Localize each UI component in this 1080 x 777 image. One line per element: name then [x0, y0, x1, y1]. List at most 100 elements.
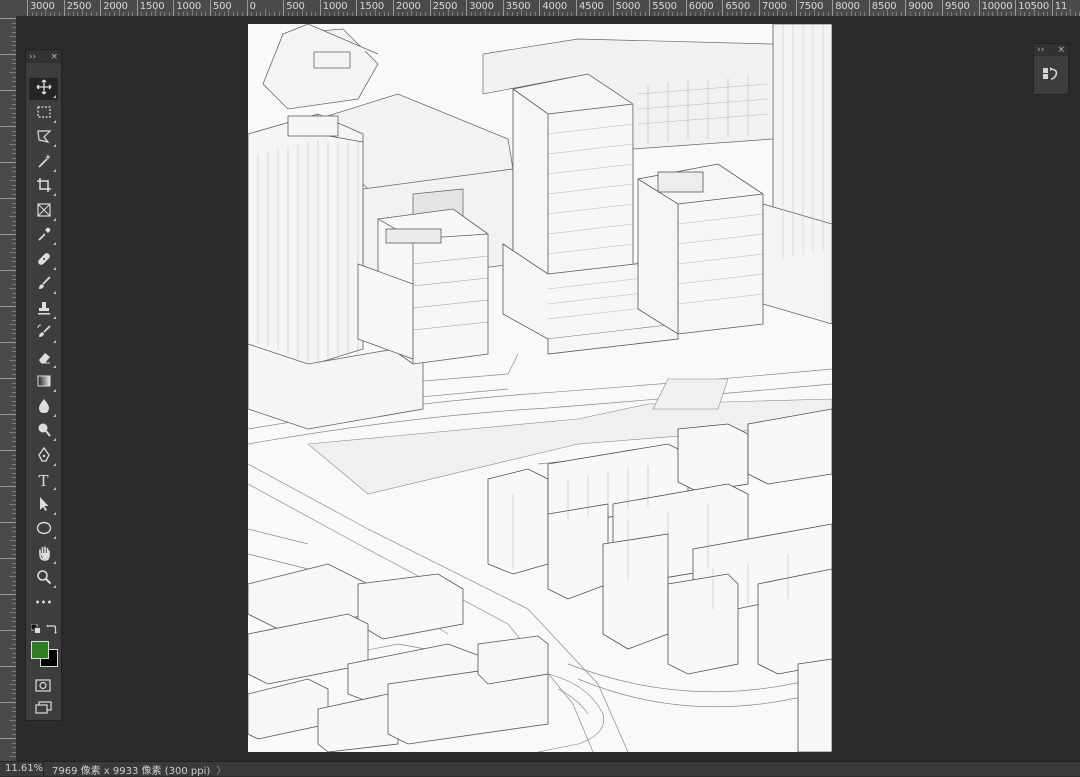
- hand-tool[interactable]: [29, 544, 58, 566]
- ruler-minor-tick: [484, 9, 486, 16]
- horizontal-ruler[interactable]: 3000 2500 2000 1500 1000 500 0 500 1000 1500 2000 2…: [0, 0, 1080, 17]
- ruler-minor-tick: [223, 12, 225, 16]
- ruler-minor-tick: [12, 625, 16, 627]
- close-icon[interactable]: ×: [1057, 45, 1065, 55]
- ruler-minor-tick: [960, 9, 962, 16]
- collapsed-panel-dock: ›› ×: [1033, 43, 1069, 95]
- history-panel-button[interactable]: [1041, 62, 1061, 84]
- ruler-minor-tick: [12, 427, 16, 429]
- ruler-minor-tick: [12, 117, 16, 118]
- magic-wand-icon: [36, 153, 52, 173]
- ruler-minor-tick: [12, 22, 16, 24]
- ruler-minor-tick: [585, 12, 587, 16]
- lasso-tool[interactable]: [29, 127, 58, 149]
- default-colors-icon[interactable]: [31, 624, 41, 634]
- zoom-tool[interactable]: [29, 568, 58, 590]
- ruler-minor-tick: [9, 432, 16, 433]
- quick-mask-button[interactable]: [35, 677, 51, 692]
- ruler-major-tick: [0, 486, 16, 487]
- pen-icon: [36, 446, 52, 467]
- ruler-minor-tick: [12, 135, 16, 136]
- zoom-level-field[interactable]: 11.61%: [0, 762, 44, 776]
- ruler-minor-tick: [12, 297, 16, 298]
- ruler-minor-tick: [603, 12, 605, 16]
- ruler-minor-tick: [699, 12, 701, 16]
- ruler-minor-tick: [374, 9, 376, 16]
- ruler-minor-tick: [141, 12, 143, 16]
- ruler-minor-tick: [12, 292, 16, 294]
- ruler-label: 2500: [66, 1, 92, 12]
- document-canvas[interactable]: [248, 24, 832, 752]
- ruler-minor-tick: [264, 9, 266, 16]
- close-icon[interactable]: ×: [50, 52, 58, 62]
- path-selection-tool[interactable]: [29, 495, 58, 517]
- ruler-label: 5500: [652, 1, 677, 12]
- blur-drop-icon: [36, 398, 52, 418]
- ruler-label: 2500: [432, 1, 458, 12]
- ruler-minor-tick: [104, 12, 106, 16]
- clone-stamp-tool[interactable]: [29, 299, 58, 321]
- ruler-minor-tick: [1010, 12, 1012, 16]
- gradient-tool[interactable]: [29, 372, 58, 394]
- rectangular-marquee-tool[interactable]: [29, 103, 58, 125]
- tool-group-indicator-icon: [53, 511, 56, 515]
- ellipse-tool[interactable]: [29, 519, 58, 541]
- collapse-icon[interactable]: ››: [1037, 45, 1044, 55]
- eraser-tool[interactable]: [29, 348, 58, 370]
- ruler-major-tick: [210, 0, 211, 16]
- ruler-major-tick: [612, 0, 614, 16]
- ruler-minor-tick: [420, 12, 422, 16]
- frame-tool[interactable]: [29, 201, 58, 223]
- ruler-minor-tick: [12, 171, 16, 172]
- ruler-major-tick: [136, 0, 138, 16]
- ruler-major-tick: [0, 378, 16, 379]
- ruler-minor-tick: [996, 9, 998, 16]
- ruler-minor-tick: [113, 12, 115, 16]
- ruler-minor-tick: [525, 12, 527, 16]
- ruler-minor-tick: [12, 31, 16, 33]
- type-tool[interactable]: T: [29, 470, 58, 492]
- ruler-minor-tick: [9, 180, 16, 181]
- vertical-ruler[interactable]: [0, 16, 17, 761]
- tool-group-indicator-icon: [53, 585, 56, 588]
- more-icon: •••: [34, 598, 53, 609]
- collapse-icon[interactable]: ››: [29, 52, 36, 62]
- ruler-minor-tick: [566, 12, 568, 16]
- ruler-minor-tick: [182, 12, 184, 16]
- ruler-minor-tick: [12, 319, 16, 321]
- ruler-minor-tick: [81, 9, 83, 16]
- ruler-minor-tick: [845, 12, 847, 16]
- ruler-minor-tick: [45, 9, 47, 16]
- dodge-tool[interactable]: [29, 421, 58, 443]
- status-menu-arrow-icon[interactable]: 〉: [210, 762, 226, 777]
- history-brush-tool[interactable]: [29, 323, 58, 345]
- tools-panel-header: ›› ×: [26, 50, 61, 63]
- ruler-minor-tick: [12, 148, 16, 150]
- swap-colors-icon[interactable]: [46, 623, 57, 634]
- tool-group-indicator-icon: [53, 266, 56, 270]
- foreground-color-swatch[interactable]: [31, 641, 49, 659]
- ruler-minor-tick: [12, 733, 16, 735]
- move-tool[interactable]: [29, 78, 58, 100]
- ruler-major-tick: [356, 0, 358, 16]
- blur-tool[interactable]: [29, 397, 58, 419]
- ruler-major-tick: [283, 0, 285, 16]
- ruler-minor-tick: [232, 12, 234, 16]
- eyedropper-tool[interactable]: [29, 225, 58, 247]
- brush-tool[interactable]: [29, 274, 58, 296]
- tool-group-indicator-icon: [53, 217, 56, 221]
- screen-mode-button[interactable]: [35, 700, 53, 714]
- edit-toolbar[interactable]: •••: [29, 593, 58, 615]
- ruler-minor-tick: [864, 12, 866, 16]
- ruler-major-tick: [0, 702, 16, 703]
- pen-tool[interactable]: [29, 446, 58, 468]
- frame-icon: [36, 202, 52, 222]
- ruler-minor-tick: [1019, 12, 1021, 16]
- document-info[interactable]: 7969 像素 x 9933 像素 (300 ppi): [44, 762, 210, 777]
- healing-brush-tool[interactable]: [29, 250, 58, 272]
- crop-tool[interactable]: [29, 176, 58, 198]
- ruler-minor-tick: [914, 12, 916, 16]
- magic-wand-tool[interactable]: [29, 152, 58, 174]
- ruler-major-tick: [795, 0, 797, 16]
- ruler-minor-tick: [12, 607, 16, 609]
